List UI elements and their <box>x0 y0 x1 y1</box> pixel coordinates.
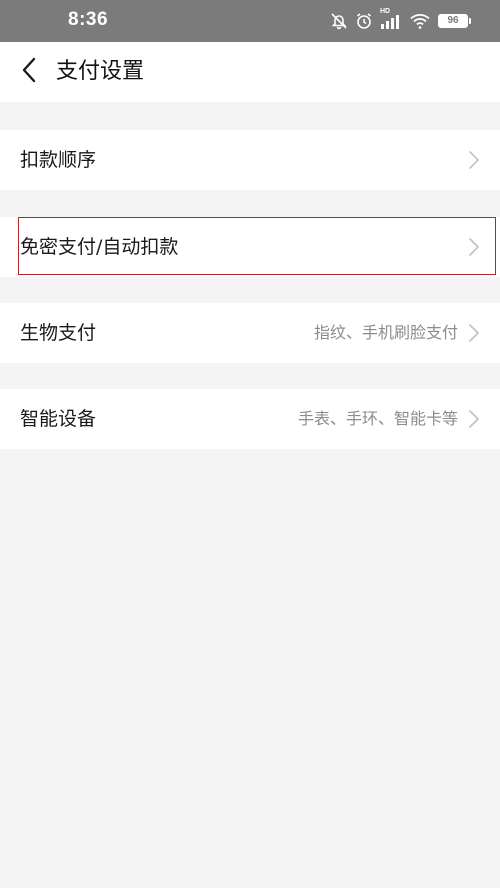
row-password-free-payment[interactable]: 免密支付/自动扣款 <box>0 217 500 277</box>
signal-hd-label: HD <box>380 8 391 15</box>
chevron-left-icon <box>19 57 41 87</box>
status-time: 8:36 <box>68 9 109 30</box>
back-button[interactable] <box>10 52 50 92</box>
page-title: 支付设置 <box>56 59 145 84</box>
chevron-right-icon <box>464 150 484 170</box>
header-bar: 支付设置 <box>0 42 500 102</box>
wifi-icon <box>409 12 431 30</box>
row-biometric-payment[interactable]: 生物支付 指纹、手机刷脸支付 <box>0 303 500 363</box>
chevron-right-icon <box>464 237 484 257</box>
row-detail: 手表、手环、智能卡等 <box>297 409 458 428</box>
battery-level: 96 <box>447 15 459 26</box>
signal-icon: HD <box>380 8 402 30</box>
row-label: 扣款顺序 <box>20 149 97 171</box>
chevron-right-icon <box>464 323 484 343</box>
row-label: 生物支付 <box>20 322 97 344</box>
mute-bell-icon <box>330 12 348 30</box>
alarm-clock-icon <box>355 12 373 30</box>
battery-icon: 96 <box>438 14 471 28</box>
row-smart-devices[interactable]: 智能设备 手表、手环、智能卡等 <box>0 389 500 449</box>
row-label: 智能设备 <box>20 408 97 430</box>
row-label: 免密支付/自动扣款 <box>20 236 179 258</box>
row-detail: 指纹、手机刷脸支付 <box>313 323 458 342</box>
row-deduction-order[interactable]: 扣款顺序 <box>0 130 500 190</box>
chevron-right-icon <box>464 409 484 429</box>
status-icons: HD 96 <box>330 8 471 32</box>
status-bar: 8:36 HD 96 <box>0 0 500 42</box>
